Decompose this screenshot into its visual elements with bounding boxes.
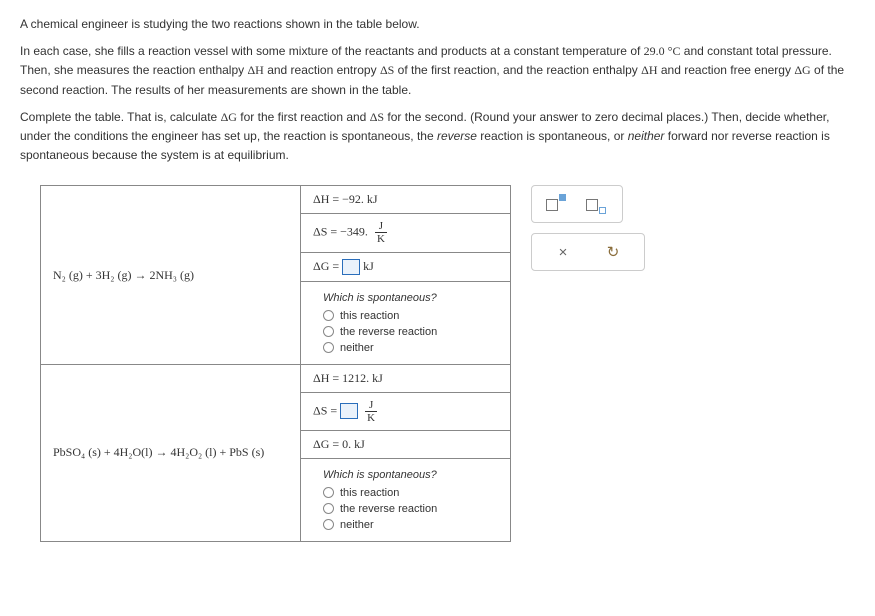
text: and reaction entropy	[264, 63, 380, 77]
r1-delta-h: ΔH = −92. kJ	[301, 186, 511, 214]
denominator: K	[365, 412, 377, 424]
label: the reverse reaction	[340, 503, 437, 515]
problem-statement: A chemical engineer is studying the two …	[20, 15, 855, 165]
radio-icon	[323, 310, 334, 321]
text: In each case, she fills a reaction vesse…	[20, 44, 644, 58]
delta-g-symbol: ΔG	[794, 63, 810, 77]
text: ΔS = −349.	[313, 225, 368, 239]
r1-opt-neither[interactable]: neither	[323, 340, 498, 356]
label: neither	[340, 519, 374, 531]
denominator: K	[375, 233, 387, 245]
problem-p2: In each case, she fills a reaction vesse…	[20, 42, 855, 100]
temperature: 29.0 °C	[644, 44, 681, 58]
reset-button[interactable]: ↻	[602, 242, 624, 262]
text: and reaction free energy	[658, 63, 795, 77]
superscript-tool[interactable]	[546, 194, 568, 214]
radio-icon	[323, 342, 334, 353]
problem-p1: A chemical engineer is studying the two …	[20, 15, 855, 34]
radio-icon	[323, 519, 334, 530]
r1-opt-reverse[interactable]: the reverse reaction	[323, 324, 498, 340]
r1-opt-this[interactable]: this reaction	[323, 308, 498, 324]
problem-p3: Complete the table. That is, calculate Δ…	[20, 108, 855, 166]
unit: kJ	[363, 259, 374, 273]
r2-delta-g: ΔG = 0. kJ	[301, 430, 511, 458]
text: Complete the table. That is, calculate	[20, 110, 221, 124]
delta-s-symbol: ΔS	[370, 110, 384, 124]
close-button[interactable]: ×	[552, 242, 574, 262]
reaction-table: N₂ (g) + 3H₂ (g) → 2NH₃ (g) ΔH = −92. kJ…	[40, 185, 511, 542]
text: reaction is spontaneous, or	[477, 129, 628, 143]
radio-icon	[323, 503, 334, 514]
radio-icon	[323, 326, 334, 337]
neither-word: neither	[628, 129, 665, 143]
r1-delta-s: ΔS = −349. J K	[301, 214, 511, 252]
text: ΔG =	[313, 259, 342, 273]
reverse-word: reverse	[437, 129, 477, 143]
r2-spontaneous-block: Which is spontaneous? this reaction the …	[301, 458, 511, 541]
r2-delta-h: ΔH = 1212. kJ	[301, 364, 511, 392]
label: this reaction	[340, 487, 399, 499]
unit-fraction: J K	[365, 399, 377, 424]
delta-h-symbol: ΔH	[247, 63, 263, 77]
superscript-icon	[546, 194, 568, 214]
label: this reaction	[340, 310, 399, 322]
r2-delta-s-row: ΔS = J K	[301, 392, 511, 430]
text: of the first reaction, and the reaction …	[394, 63, 641, 77]
text: for the first reaction and	[237, 110, 370, 124]
delta-g-symbol: ΔG	[221, 110, 237, 124]
reaction-2-equation: PbSO₄ (s) + 4H₂O(l) → 4H₂O₂ (l) + PbS (s…	[41, 364, 301, 541]
subscript-icon	[586, 194, 608, 214]
spontaneous-question: Which is spontaneous?	[323, 469, 498, 481]
numerator: J	[365, 399, 377, 412]
r2-delta-s-input[interactable]	[340, 403, 358, 419]
spontaneous-question: Which is spontaneous?	[323, 292, 498, 304]
numerator: J	[375, 220, 387, 233]
subscript-tool[interactable]	[586, 194, 608, 214]
label: neither	[340, 342, 374, 354]
delta-h-symbol: ΔH	[641, 63, 657, 77]
label: the reverse reaction	[340, 326, 437, 338]
reaction-1-equation: N₂ (g) + 3H₂ (g) → 2NH₃ (g)	[41, 186, 301, 364]
r2-opt-this[interactable]: this reaction	[323, 485, 498, 501]
r2-opt-neither[interactable]: neither	[323, 517, 498, 533]
unit-fraction: J K	[375, 220, 387, 245]
r2-opt-reverse[interactable]: the reverse reaction	[323, 501, 498, 517]
text: ΔS =	[313, 403, 340, 417]
r1-spontaneous-block: Which is spontaneous? this reaction the …	[301, 281, 511, 364]
r1-delta-g-row: ΔG = kJ	[301, 252, 511, 281]
delta-s-symbol: ΔS	[380, 63, 394, 77]
toolbar: × ↻	[531, 185, 645, 271]
r1-delta-g-input[interactable]	[342, 259, 360, 275]
radio-icon	[323, 487, 334, 498]
